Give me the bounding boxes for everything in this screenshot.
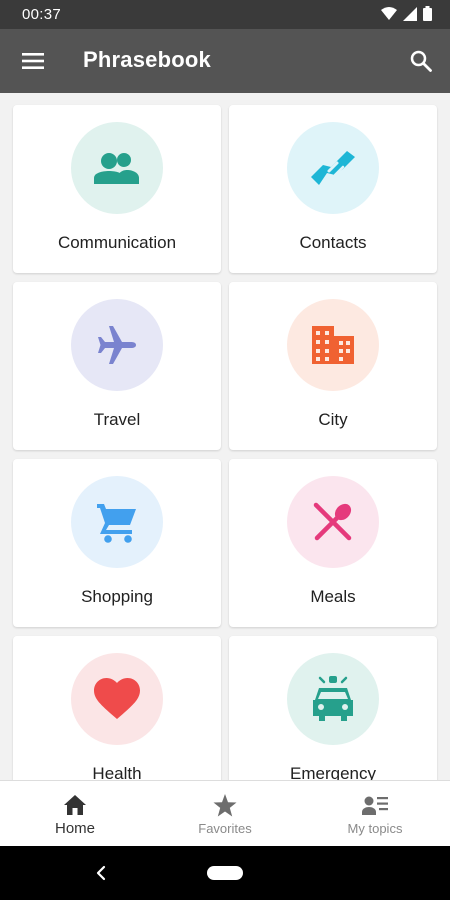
menu-button[interactable] [14, 42, 52, 80]
icon-circle [287, 299, 379, 391]
bottom-nav: Home Favorites My topics [0, 780, 450, 847]
wifi-icon [381, 6, 397, 20]
cart-icon [97, 504, 136, 543]
signal-icon [403, 6, 417, 21]
airplane-icon [98, 326, 136, 364]
topic-card-meals[interactable]: Meals [229, 459, 437, 627]
police-car-icon [313, 676, 353, 721]
search-button[interactable] [402, 42, 440, 80]
nav-label-favorites: Favorites [198, 821, 252, 836]
icon-circle [287, 653, 379, 745]
nav-my-topics[interactable]: My topics [300, 781, 450, 847]
icon-circle [71, 299, 163, 391]
icon-circle [71, 653, 163, 745]
topic-card-travel[interactable]: Travel [13, 282, 221, 450]
topic-label: Communication [57, 233, 177, 252]
star-icon [213, 793, 237, 816]
topic-label: Contacts [299, 233, 367, 252]
status-icons [381, 6, 432, 21]
nav-label-my-topics: My topics [347, 821, 403, 836]
topic-label: City [318, 410, 348, 429]
handshake-icon [311, 151, 355, 185]
icon-circle [287, 476, 379, 568]
topic-card-emergency[interactable]: Emergency [229, 636, 437, 780]
battery-icon [423, 6, 432, 21]
building-icon [312, 326, 354, 364]
topic-card-health[interactable]: Health [13, 636, 221, 780]
heart-icon [94, 678, 140, 719]
topic-label: Meals [310, 587, 356, 606]
nav-home[interactable]: Home [0, 781, 150, 847]
app-title: Phrasebook [83, 47, 211, 72]
topic-label: Travel [93, 410, 141, 429]
topic-label: Emergency [290, 764, 376, 780]
topic-label: Shopping [81, 587, 153, 606]
topic-label: Health [92, 764, 142, 780]
system-nav-bar [0, 846, 450, 900]
app-bar: Phrasebook [0, 29, 450, 93]
nav-favorites[interactable]: Favorites [150, 781, 300, 847]
topic-card-contacts[interactable]: Contacts [229, 105, 437, 273]
topic-card-communication[interactable]: Communication [13, 105, 221, 273]
utensils-icon [313, 502, 352, 541]
back-chevron-icon [96, 865, 106, 881]
search-icon [410, 50, 432, 72]
home-icon [64, 795, 86, 815]
status-time: 00:37 [22, 6, 62, 23]
icon-circle [71, 476, 163, 568]
status-bar: 00:37 [0, 0, 450, 29]
topic-card-city[interactable]: City [229, 282, 437, 450]
my-topics-icon [362, 796, 388, 815]
people-icon [94, 153, 139, 184]
topic-card-shopping[interactable]: Shopping [13, 459, 221, 627]
icon-circle [71, 122, 163, 214]
topic-grid: Communication Contacts Travel City Shopp… [0, 93, 450, 780]
back-button[interactable] [88, 860, 114, 886]
menu-icon [22, 53, 44, 69]
icon-circle [287, 122, 379, 214]
nav-label-home: Home [54, 820, 95, 837]
home-pill-icon[interactable] [207, 866, 243, 880]
